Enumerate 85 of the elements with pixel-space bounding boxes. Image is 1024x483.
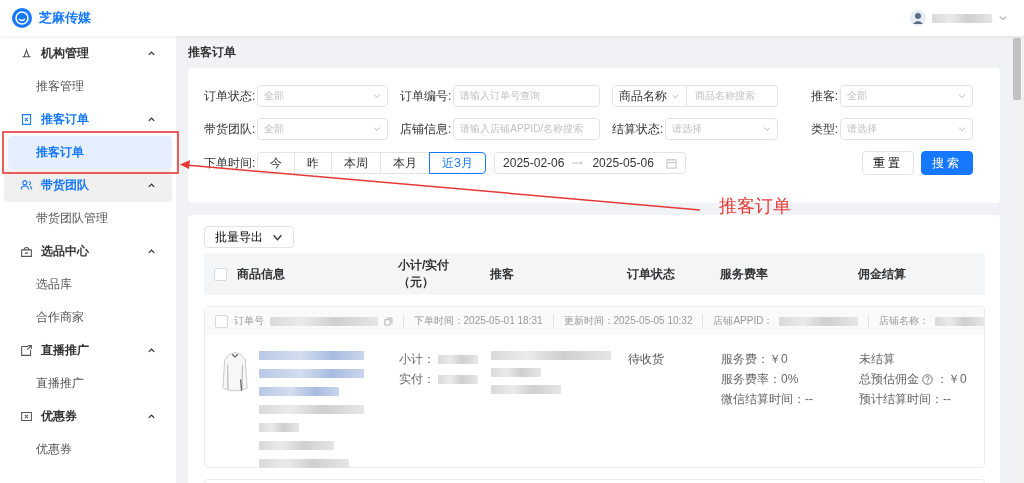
menu-icon (20, 47, 33, 60)
checkbox[interactable] (214, 267, 227, 281)
chevron-down-icon[interactable] (998, 13, 1008, 23)
annotation-label: 推客订单 (719, 195, 791, 218)
redacted-text (491, 368, 541, 377)
field-label: 结算状态: (612, 120, 664, 138)
menu-item[interactable]: 推客订单 (8, 136, 172, 169)
commission-value: ：￥0 (936, 371, 967, 388)
menu-item[interactable]: 选品库 (8, 268, 172, 301)
menu-group[interactable]: 优惠券 (4, 400, 172, 433)
logo-icon (12, 8, 32, 28)
date-preset-tab[interactable]: 近3月 (429, 152, 487, 174)
service-info: 微信结算时间：-- (721, 391, 814, 408)
menu-icon (20, 179, 33, 192)
service-info: 服务费：￥0 (721, 351, 789, 368)
shop-name-label: 店铺名称： (878, 314, 929, 328)
menu-item[interactable]: 推客管理 (8, 70, 172, 103)
menu-item[interactable]: 直播推广 (8, 367, 172, 400)
field-label: 订单状态: (204, 87, 256, 105)
field-label: 下单时间: (204, 154, 256, 172)
chevron-down-icon (372, 91, 382, 101)
column-header: 佣金结算 (858, 265, 906, 283)
menu-group[interactable]: 机构管理 (4, 37, 172, 70)
copy-icon[interactable] (383, 316, 393, 326)
brand-name: 芝麻传媒 (39, 9, 91, 27)
calendar-icon (666, 157, 678, 169)
redacted-text (438, 375, 478, 384)
checkbox[interactable] (215, 314, 228, 328)
menu-icon (20, 113, 33, 126)
reset-button[interactable]: 重置 (862, 151, 914, 175)
menu-icon (20, 344, 33, 357)
settlement-time: 预计结算时间：-- (859, 391, 952, 408)
menu-icon (20, 410, 33, 423)
date-preset-tab[interactable]: 昨 (294, 152, 333, 174)
scrollbar[interactable] (1010, 36, 1024, 483)
update-time: 更新时间：2025-05-05 10:32 (563, 314, 693, 328)
redacted-text (934, 316, 984, 326)
chevron-down-icon (372, 124, 382, 134)
paid-label: 实付： (399, 371, 435, 388)
column-header: 小计/实付 (398, 257, 450, 274)
order-number-label: 订单号 (233, 314, 264, 328)
field-label: 推客: (809, 87, 838, 105)
column-header: 服务费率 (720, 265, 768, 283)
help-icon[interactable] (922, 374, 933, 385)
field-label: 带货团队: (204, 120, 256, 138)
subtotal-label: 小计： (399, 351, 435, 368)
chevron-down-icon (957, 91, 967, 101)
menu-group[interactable]: 选品中心 (4, 235, 172, 268)
menu-item[interactable]: 合作商家 (8, 301, 172, 334)
menu-group[interactable]: 推客订单 (4, 103, 172, 136)
field-label: 订单编号: (400, 87, 452, 105)
scrollbar-thumb[interactable] (1013, 38, 1021, 100)
date-preset-tab[interactable]: 本周 (331, 152, 382, 174)
menu-group[interactable]: 带货团队 (4, 169, 172, 202)
avatar-icon[interactable] (910, 10, 926, 26)
column-header: （元） (398, 274, 434, 291)
settlement-status: 未结算 (859, 351, 896, 368)
redacted-text (438, 355, 478, 364)
order-time: 下单时间：2025-05-01 18:31 (413, 314, 543, 328)
column-header: 订单状态 (627, 265, 675, 283)
field-label: 店铺信息: (400, 120, 452, 138)
field-label: 类型: (809, 120, 838, 138)
export-button[interactable]: 批量导出 (204, 226, 294, 248)
page-title: 推客订单 (188, 44, 237, 61)
search-button[interactable]: 搜索 (921, 151, 973, 175)
redacted-text (932, 13, 992, 23)
menu-item[interactable]: 优惠券 (8, 433, 172, 466)
commission-label: 总预估佣金 (859, 371, 919, 388)
service-info: 服务费率：0% (721, 371, 800, 388)
redacted-text (491, 385, 561, 394)
date-range-field[interactable]: 2025-02-06 2025-05-06 (494, 152, 687, 174)
chevron-down-icon (957, 124, 967, 134)
shop-appid-label: 店铺APPID： (713, 314, 774, 328)
chevron-down-icon (762, 124, 772, 134)
order-status: 待收货 (628, 352, 664, 366)
column-header: 商品信息 (237, 265, 285, 283)
redacted-text (259, 423, 299, 432)
product-thumbnail (221, 351, 249, 393)
date-preset-tab[interactable]: 本月 (380, 152, 431, 174)
menu-group[interactable]: 直播推广 (4, 334, 172, 367)
menu-icon (20, 245, 33, 258)
arrow-right-icon (572, 160, 585, 166)
date-preset-tab[interactable]: 今 (257, 152, 296, 174)
column-header: 推客 (490, 265, 514, 283)
menu-item[interactable]: 带货团队管理 (8, 202, 172, 235)
